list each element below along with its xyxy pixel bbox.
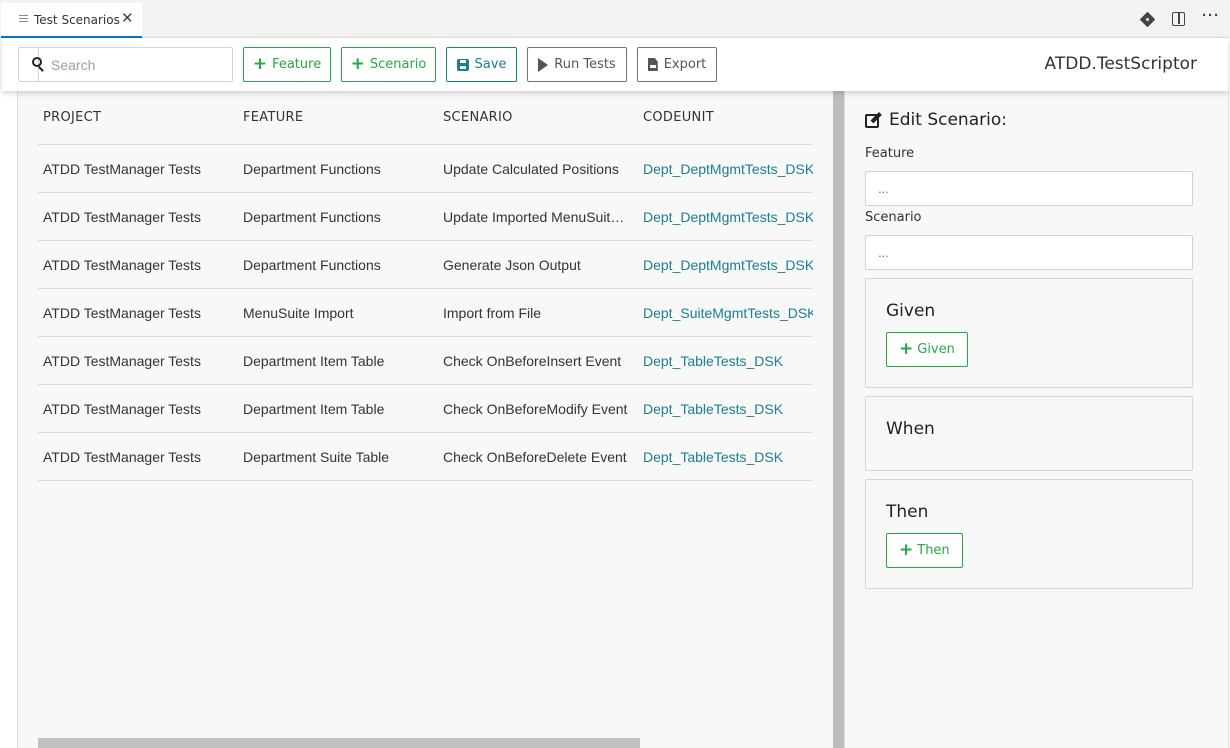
when-section: When bbox=[865, 396, 1193, 471]
export-file-icon bbox=[647, 58, 658, 71]
cell-scenario: Generate Json Output bbox=[443, 256, 581, 273]
given-section: Given + Given bbox=[865, 278, 1193, 388]
cell-feature: MenuSuite Import bbox=[243, 304, 354, 321]
then-section: Then + Then bbox=[865, 479, 1193, 589]
save-button[interactable]: Save bbox=[446, 47, 517, 82]
export-label: Export bbox=[663, 57, 707, 72]
app-title: ATDD.TestScriptor bbox=[1044, 54, 1197, 74]
add-then-label: Then bbox=[917, 543, 950, 558]
plus-icon: + bbox=[899, 339, 914, 359]
table-row[interactable]: ATDD TestManager Tests Department Functi… bbox=[38, 193, 813, 241]
cell-codeunit-link[interactable]: Dept_SuiteMgmtTests_DSK bbox=[638, 305, 813, 321]
add-given-label: Given bbox=[917, 342, 955, 357]
feature-field[interactable] bbox=[865, 171, 1193, 206]
run-tests-button[interactable]: Run Tests bbox=[527, 47, 627, 82]
cell-scenario: Check OnBeforeDelete Event bbox=[443, 448, 627, 465]
edit-scenario-panel: Edit Scenario: Feature Scenario Given +G… bbox=[845, 91, 1229, 748]
cell-codeunit-link[interactable]: Dept_DeptMgmtTests_DSK bbox=[638, 257, 813, 273]
cell-scenario: Check OnBeforeInsert Event bbox=[443, 352, 622, 369]
column-header-codeunit[interactable]: CODEUNIT bbox=[638, 110, 813, 125]
add-feature-label: Feature bbox=[272, 57, 322, 72]
when-title: When bbox=[886, 419, 935, 439]
table-row[interactable]: ATDD TestManager Tests Department Item T… bbox=[38, 337, 813, 385]
cell-scenario: Update Imported MenuSuite Positions bbox=[443, 208, 638, 225]
search-icon[interactable] bbox=[19, 48, 44, 81]
table-row[interactable]: ATDD TestManager Tests Department Item T… bbox=[38, 385, 813, 433]
tab-test-scenarios[interactable]: Test Scenarios ✕ bbox=[1, 3, 142, 38]
table-row[interactable]: ATDD TestManager Tests Department Functi… bbox=[38, 145, 813, 193]
cell-project: ATDD TestManager Tests bbox=[43, 448, 201, 465]
edit-scenario-heading: Edit Scenario: bbox=[865, 110, 1007, 130]
editor-tab-bar: Test Scenarios ✕ ··· bbox=[0, 0, 1230, 38]
column-header-feature[interactable]: FEATURE bbox=[238, 110, 438, 125]
grid-header: PROJECT FEATURE SCENARIO CODEUNIT bbox=[38, 91, 813, 145]
tab-label: Test Scenarios bbox=[34, 12, 120, 27]
cell-project: ATDD TestManager Tests bbox=[43, 400, 201, 417]
column-header-project[interactable]: PROJECT bbox=[38, 110, 238, 125]
add-then-button[interactable]: + Then bbox=[886, 533, 963, 568]
save-icon bbox=[456, 58, 469, 71]
cell-feature: Department Item Table bbox=[243, 352, 385, 369]
plus-icon: + bbox=[899, 540, 914, 560]
then-title: Then bbox=[886, 502, 929, 522]
edit-scenario-title: Edit Scenario: bbox=[889, 110, 1007, 130]
cell-codeunit-link[interactable]: Dept_TableTests_DSK bbox=[638, 353, 813, 369]
main-content: PROJECT FEATURE SCENARIO CODEUNIT ATDD T… bbox=[17, 91, 1230, 748]
add-scenario-button[interactable]: + Scenario bbox=[341, 47, 436, 82]
scenario-grid: PROJECT FEATURE SCENARIO CODEUNIT ATDD T… bbox=[38, 91, 813, 481]
cell-scenario: Update Calculated Positions bbox=[443, 160, 619, 177]
scenario-field[interactable] bbox=[865, 235, 1193, 270]
cell-project: ATDD TestManager Tests bbox=[43, 208, 201, 225]
cell-feature: Department Functions bbox=[243, 160, 381, 177]
plus-icon: + bbox=[350, 54, 365, 74]
plus-icon: + bbox=[252, 54, 268, 74]
cell-project: ATDD TestManager Tests bbox=[43, 304, 201, 321]
scenario-list-panel: PROJECT FEATURE SCENARIO CODEUNIT ATDD T… bbox=[18, 91, 833, 748]
edit-icon bbox=[865, 112, 883, 128]
given-title: Given bbox=[886, 301, 936, 321]
cell-project: ATDD TestManager Tests bbox=[43, 256, 201, 273]
cell-feature: Department Suite Table bbox=[243, 448, 390, 465]
feature-field-label: Feature bbox=[865, 146, 915, 161]
split-editor-icon[interactable] bbox=[1172, 12, 1185, 26]
cell-codeunit-link[interactable]: Dept_TableTests_DSK bbox=[638, 449, 813, 465]
cell-codeunit-link[interactable]: Dept_TableTests_DSK bbox=[638, 401, 813, 417]
horizontal-scrollbar[interactable] bbox=[38, 738, 640, 748]
table-row[interactable]: ATDD TestManager Tests MenuSuite Import … bbox=[38, 289, 813, 337]
toolbar: + Feature + Scenario Save Run Tests Export… bbox=[2, 38, 1228, 91]
tab-actions: ··· bbox=[1139, 8, 1219, 27]
panel-splitter[interactable] bbox=[833, 91, 845, 748]
more-actions-icon[interactable]: ··· bbox=[1202, 8, 1219, 27]
search-box bbox=[18, 47, 233, 82]
run-tests-label: Run Tests bbox=[554, 57, 616, 72]
scenario-field-label: Scenario bbox=[865, 210, 922, 225]
add-feature-button[interactable]: + Feature bbox=[243, 47, 331, 82]
cell-project: ATDD TestManager Tests bbox=[43, 352, 201, 369]
save-label: Save bbox=[474, 57, 507, 72]
column-header-scenario[interactable]: SCENARIO bbox=[438, 110, 638, 125]
close-icon[interactable]: ✕ bbox=[121, 11, 134, 26]
table-row[interactable]: ATDD TestManager Tests Department Functi… bbox=[38, 241, 813, 289]
table-row[interactable]: ATDD TestManager Tests Department Suite … bbox=[38, 433, 813, 481]
add-given-button[interactable]: + Given bbox=[886, 332, 968, 367]
cell-scenario: Import from File bbox=[443, 304, 542, 321]
cell-project: ATDD TestManager Tests bbox=[43, 160, 201, 177]
play-icon bbox=[538, 57, 549, 72]
export-button[interactable]: Export bbox=[637, 47, 717, 82]
document-icon bbox=[19, 15, 28, 26]
git-compare-icon[interactable] bbox=[1139, 11, 1156, 27]
search-input[interactable] bbox=[39, 48, 232, 81]
cell-codeunit-link[interactable]: Dept_DeptMgmtTests_DSK bbox=[638, 161, 813, 177]
cell-feature: Department Functions bbox=[243, 256, 381, 273]
cell-scenario: Check OnBeforeModify Event bbox=[443, 400, 628, 417]
cell-feature: Department Item Table bbox=[243, 400, 385, 417]
add-scenario-label: Scenario bbox=[369, 57, 427, 72]
cell-codeunit-link[interactable]: Dept_DeptMgmtTests_DSK bbox=[638, 209, 813, 225]
cell-feature: Department Functions bbox=[243, 208, 381, 225]
